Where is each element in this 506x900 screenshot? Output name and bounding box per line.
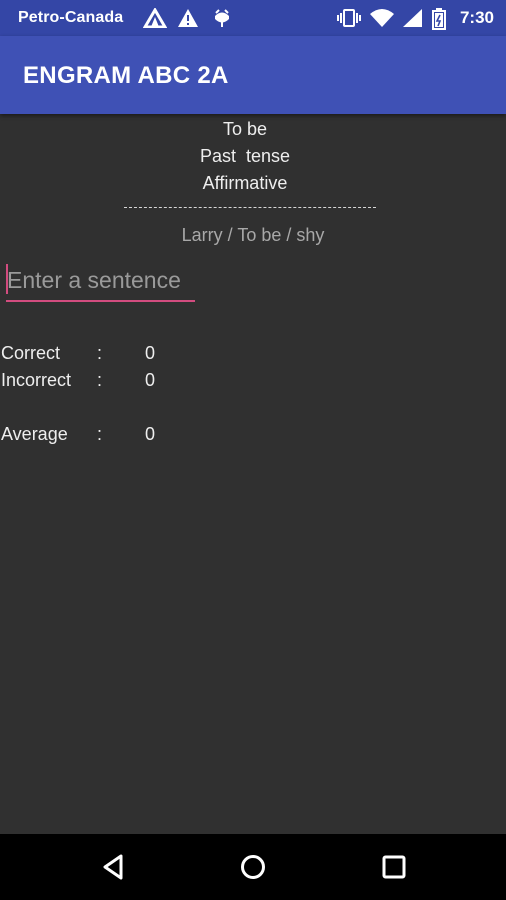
navigation-bar bbox=[0, 834, 506, 900]
carrier-name: Petro-Canada bbox=[18, 9, 124, 26]
home-icon[interactable] bbox=[238, 852, 268, 882]
app-title: ENGRAM ABC 2A bbox=[23, 62, 229, 89]
sentence-prompt: Larry / To be / shy bbox=[181, 225, 325, 245]
stat-value-correct: 0 bbox=[145, 343, 156, 363]
vibrate-icon bbox=[337, 9, 361, 27]
status-clock: 7:30 bbox=[459, 8, 494, 27]
battery-icon bbox=[432, 8, 446, 30]
app-bar: ENGRAM ABC 2A bbox=[0, 36, 506, 114]
input-underline bbox=[6, 300, 195, 302]
text-cursor bbox=[6, 264, 8, 294]
warning-icon bbox=[178, 9, 198, 27]
form-label: Affirmative bbox=[202, 173, 288, 193]
exercise-panel: To be Past tense Affirmative Larry / To … bbox=[0, 114, 506, 834]
cell-signal-icon bbox=[403, 9, 422, 27]
verb-label: To be bbox=[222, 119, 268, 139]
dashed-divider bbox=[124, 207, 376, 208]
stat-colon: : bbox=[97, 424, 103, 444]
recents-icon[interactable] bbox=[379, 852, 409, 882]
status-bar: Petro-Canada 7:30 bbox=[0, 0, 506, 36]
tense-label: Past tense bbox=[199, 146, 291, 166]
stat-label: Incorrect bbox=[1, 370, 72, 390]
android-debug-icon bbox=[215, 9, 229, 27]
signal-tower-icon bbox=[143, 8, 167, 28]
stat-value-incorrect: 0 bbox=[145, 370, 156, 390]
wifi-icon bbox=[370, 9, 394, 27]
sentence-input-container[interactable] bbox=[6, 260, 196, 302]
stat-colon: : bbox=[97, 343, 103, 363]
back-icon[interactable] bbox=[99, 852, 129, 882]
stat-colon: : bbox=[97, 370, 103, 390]
stat-value-average: 0 bbox=[145, 424, 156, 444]
stat-label: Correct bbox=[1, 343, 61, 363]
sentence-input[interactable] bbox=[6, 260, 196, 300]
stat-label: Average bbox=[1, 424, 68, 444]
